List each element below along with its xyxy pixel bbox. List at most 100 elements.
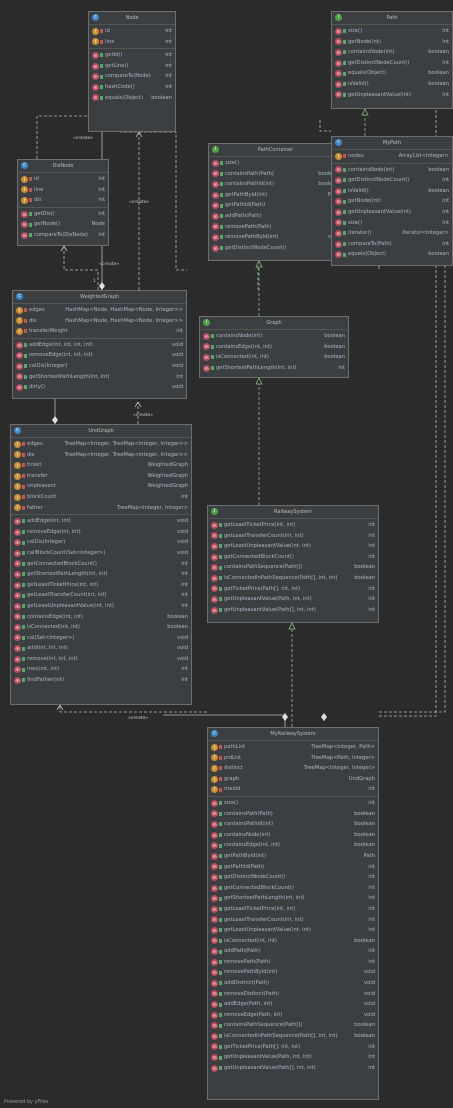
method-row[interactable]: m getConnectedBlockCount() int xyxy=(208,883,378,894)
method-row[interactable]: m containsEdge(int, int) boolean xyxy=(200,342,348,353)
method-row[interactable]: m equals(Object) boolean xyxy=(332,68,452,79)
method-row[interactable]: m getUnpleasantValue(Path, int, int) int xyxy=(208,594,378,605)
field-row[interactable]: f transferWeight int xyxy=(13,326,186,337)
method-row[interactable]: m getTicketPrice(Path[], int, int) int xyxy=(208,584,378,595)
method-row[interactable]: mgetPathId(Path)int xyxy=(209,200,342,211)
method-row[interactable]: m iterator() Iterator<Integer> xyxy=(332,228,452,239)
field-row[interactable]: f line int xyxy=(18,185,108,196)
und-graph-node[interactable]: c UndGraph f edges TreeMap<Integer, TreeMap<… xyxy=(10,424,192,705)
field-row[interactable]: f nodes ArrayList<Integer> xyxy=(332,151,452,162)
method-row[interactable]: mgetPathId(Path)int xyxy=(208,862,378,873)
method-row[interactable]: maddPath(Path)int xyxy=(209,211,342,222)
method-row[interactable]: m getTicketPrice(Path[], int, int) int xyxy=(208,1042,378,1053)
method-row[interactable]: m remove(int, int, int) void xyxy=(11,654,191,665)
field-row[interactable]: f id int xyxy=(18,174,108,185)
method-row[interactable]: m isConnected(int, int) boolean xyxy=(200,352,348,363)
method-row[interactable]: m max(int, int) int xyxy=(11,664,191,675)
method-row[interactable]: m containsPathId(int) boolean xyxy=(209,179,342,190)
field-row[interactable]: f id int xyxy=(89,26,175,37)
method-row[interactable]: m removeEdge(int, int, int) void xyxy=(13,350,186,361)
field-row[interactable]: f maxId int xyxy=(208,784,378,795)
method-row[interactable]: m addEdge(int, int) void xyxy=(11,516,191,527)
method-row[interactable]: m getUnpleasantValue(Path[], int, int) int xyxy=(208,605,378,616)
method-row[interactable]: m compareTo(Node) int xyxy=(89,71,175,82)
path-container-node[interactable]: iPathContainermsize()intmcontainsPath(Pa… xyxy=(208,143,343,261)
method-row[interactable]: mgetPathById(int)Path xyxy=(208,851,378,862)
method-row[interactable]: m getLeastUnpleasantValue(int, int) int xyxy=(11,601,191,612)
method-row[interactable]: m addDistinct(Path) void xyxy=(208,978,378,989)
method-row[interactable]: m getConnectedBlockCount() int xyxy=(11,559,191,570)
method-row[interactable]: m getUnpleasantValue(Path, int, int) int xyxy=(208,1052,378,1063)
method-row[interactable]: m getLeastTransferCount(int, int) int xyxy=(11,590,191,601)
field-row[interactable]: f edges TreeMap<Integer, TreeMap<Integer, … xyxy=(11,439,191,450)
method-row[interactable]: m getDistinctNodeCount() int xyxy=(332,58,452,69)
method-row[interactable]: m getShortestPathLength(int, int) int xyxy=(11,569,191,580)
field-row[interactable]: f dis HashMap<Node, HashMap<Node, Integer>… xyxy=(13,316,186,327)
method-row[interactable]: m getDistinctNodeCount() int xyxy=(208,872,378,883)
method-row[interactable]: mremovePath(Path)int xyxy=(209,222,342,233)
method-row[interactable]: m getLeastTicketPrice(int, int) int xyxy=(208,904,378,915)
method-row[interactable]: m isValid() boolean xyxy=(332,186,452,197)
method-row[interactable]: m getDis() int xyxy=(18,209,108,220)
method-row[interactable]: m getNode(int) int xyxy=(332,196,452,207)
method-row[interactable]: m getDistinctNodeCount() int xyxy=(332,175,452,186)
graph-node[interactable]: i Graph m containsNode(int) boolean m contains… xyxy=(199,316,349,378)
method-row[interactable]: m getShortestPathLength(int, int) int xyxy=(208,893,378,904)
method-row[interactable]: m getNode(int) int xyxy=(332,37,452,48)
method-row[interactable]: m getLeastTransferCount(int, int) int xyxy=(208,915,378,926)
field-row[interactable]: f transfer WeightedGraph xyxy=(11,471,191,482)
node-node[interactable]: c Node f id int f line int m getId() int m getLine()… xyxy=(88,11,176,132)
method-row[interactable]: m containsPath(Path) boolean xyxy=(209,169,342,180)
method-row[interactable]: m getLeastTransferCount(int, int) int xyxy=(208,531,378,542)
method-row[interactable]: m containsNode(int) boolean xyxy=(332,165,452,176)
method-row[interactable]: m containsNode(int) boolean xyxy=(332,47,452,58)
method-row[interactable]: m containsPath(Path) boolean xyxy=(208,809,378,820)
field-row[interactable]: f pathList TreeMap<Integer, Path> xyxy=(208,742,378,753)
field-row[interactable]: f blockCount int xyxy=(11,492,191,503)
method-row[interactable]: m getUnpleasantValue(int) int xyxy=(332,207,452,218)
method-row[interactable]: m containsNode(int) boolean xyxy=(208,830,378,841)
field-row[interactable]: f pidList TreeMap<Path, Integer> xyxy=(208,753,378,764)
method-row[interactable]: m add(int, int, int) void xyxy=(11,643,191,654)
method-row[interactable]: maddPath(Path)int xyxy=(208,946,378,957)
method-row[interactable]: m containsEdge(int, int) boolean xyxy=(208,840,378,851)
method-row[interactable]: m dirty() void xyxy=(13,382,186,393)
method-row[interactable]: m getLeastUnpleasantValue(int, int) int xyxy=(208,925,378,936)
method-row[interactable]: m getLeastTicketPrice(int, int) int xyxy=(208,520,378,531)
method-row[interactable]: m addEdge(Path, int) void xyxy=(208,999,378,1010)
method-row[interactable]: m getLeastUnpleasantValue(int, int) int xyxy=(208,541,378,552)
railway-system-node[interactable]: i RailwaySystem m getLeastTicketPrice(int, … xyxy=(207,505,379,623)
field-row[interactable]: f line int xyxy=(89,37,175,48)
method-row[interactable]: m removeDistinct(Path) void xyxy=(208,989,378,1000)
method-row[interactable]: msize()int xyxy=(208,798,378,809)
method-row[interactable]: m equals(Object) boolean xyxy=(332,249,452,260)
method-row[interactable]: m calDis(Integer) void xyxy=(13,361,186,372)
field-row[interactable]: f distinct TreeMap<Integer, Integer> xyxy=(208,763,378,774)
field-row[interactable]: f graph UndGraph xyxy=(208,774,378,785)
method-row[interactable]: m findFather(int) int xyxy=(11,675,191,686)
field-row[interactable]: f dis int xyxy=(18,195,108,206)
method-row[interactable]: m getShortestPathLength(int, int) int xyxy=(13,372,186,383)
method-row[interactable]: m getLeastTicketPrice(int, int) int xyxy=(11,580,191,591)
method-row[interactable]: m isConnected(int, int) boolean xyxy=(208,936,378,947)
path-node[interactable]: i Path m size() int m getNode(int) int m contains… xyxy=(331,11,453,109)
field-row[interactable]: f father TreeMap<Integer, Integer> xyxy=(11,503,191,514)
weighted-graph-node[interactable]: c WeightedGraph f edges HashMap<Node, HashMa… xyxy=(12,290,187,399)
method-row[interactable]: mremovePathById(int)void xyxy=(208,967,378,978)
method-row[interactable]: msize()int xyxy=(209,158,342,169)
dis-node-node[interactable]: c DisNode f id int f line int f dis int m getDis() in… xyxy=(17,159,109,246)
method-row[interactable]: m isConnectedInPathSequence(Path[], int, … xyxy=(208,573,378,584)
method-row[interactable]: m cal(Set<Integer>) void xyxy=(11,633,191,644)
method-row[interactable]: m removeEdge(Path, int) void xyxy=(208,1010,378,1021)
method-row[interactable]: m getNode() Node xyxy=(18,219,108,230)
method-row[interactable]: msize()int xyxy=(332,218,452,229)
method-row[interactable]: m getUnpleasantValue(int) int xyxy=(332,90,452,101)
method-row[interactable]: mgetPathById(int)Path xyxy=(209,190,342,201)
method-row[interactable]: mremovePathById(int)void xyxy=(209,232,342,243)
method-row[interactable]: m containsEdge(int, int) boolean xyxy=(11,612,191,623)
method-row[interactable]: m getId() int xyxy=(89,50,175,61)
field-row[interactable]: f ticket WeightedGraph xyxy=(11,460,191,471)
method-row[interactable]: m containsPathSequence(Path[]) boolean xyxy=(208,562,378,573)
method-row[interactable]: m isConnectedInPathSequence(Path[], int, … xyxy=(208,1031,378,1042)
my-path-node[interactable]: c MyPath f nodes ArrayList<Integer> m contains… xyxy=(331,136,453,266)
